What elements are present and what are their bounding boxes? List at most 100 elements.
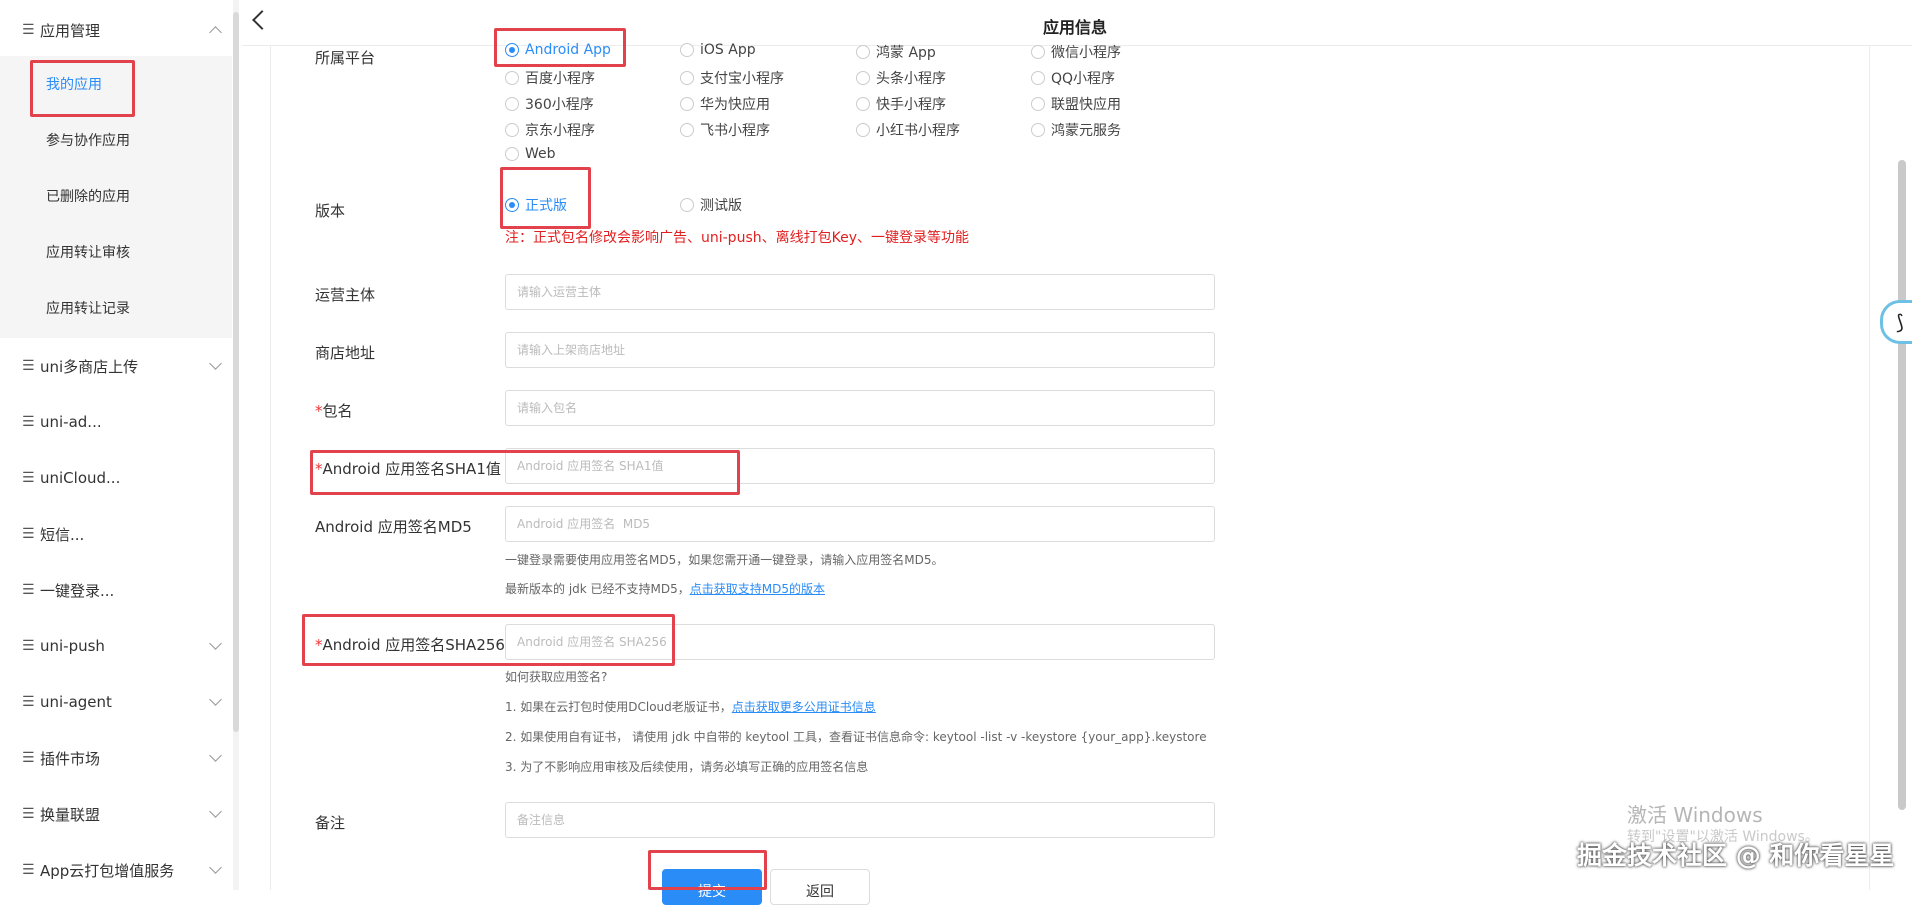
chevron-down-icon (209, 805, 222, 818)
radio-dot (505, 198, 519, 212)
radio-dot (856, 45, 870, 59)
list-icon: ☰ (22, 694, 35, 710)
radio-label: 京东小程序 (525, 123, 595, 139)
radio-label: 华为快应用 (700, 97, 770, 113)
sidebar-group-multi-store[interactable]: ☰ uni多商店上传 (0, 338, 232, 394)
sidebar-group-uni-ad[interactable]: ☰ uni-ad... (0, 394, 232, 450)
radio-label: Android App (525, 42, 611, 58)
radio-web[interactable]: Web (505, 146, 556, 162)
back-button[interactable]: 返回 (770, 869, 870, 905)
radio-test-version[interactable]: 测试版 (680, 195, 742, 215)
md5-jdk-hint: 最新版本的 jdk 已经不支持MD5，点击获取支持MD5的版本 (505, 580, 825, 597)
sidebar-group-label: 应用管理 (40, 21, 101, 40)
radio-harmony-service[interactable]: 鸿蒙元服务 (1031, 120, 1121, 140)
list-icon: ☰ (22, 22, 35, 38)
radio-dot (505, 123, 519, 137)
radio-label: 百度小程序 (525, 71, 595, 87)
sidebar-group-unicloud[interactable]: ☰ uniCloud... (0, 450, 232, 506)
md5-label: Android 应用签名MD5 (315, 518, 472, 536)
juejin-watermark: 掘金技术社区 @ 和你看星星 (1577, 841, 1895, 870)
hint-text: 1. 如果在云打包时使用DCloud老版证书， (505, 700, 732, 714)
chevron-down-icon (209, 637, 222, 650)
radio-toutiao-mp[interactable]: 头条小程序 (856, 68, 946, 88)
sidebar-group-label: 插件市场 (40, 749, 101, 768)
sidebar-item-transfer-review[interactable]: 应用转让审核 (0, 224, 232, 280)
sidebar-group-label: 换量联盟 (40, 805, 101, 824)
radio-release-version[interactable]: 正式版 (505, 195, 567, 215)
sha256-label: *Android 应用签名SHA256 (315, 634, 505, 655)
radio-kuaishou-mp[interactable]: 快手小程序 (856, 94, 946, 114)
chevron-down-icon (209, 861, 222, 874)
radio-label: 联盟快应用 (1051, 97, 1121, 113)
radio-ios-app[interactable]: iOS App (680, 42, 756, 58)
sidebar-group-uni-push[interactable]: ☰ uni-push (0, 618, 232, 674)
cert-info-link[interactable]: 点击获取更多公用证书信息 (732, 700, 876, 714)
sha1-input[interactable] (505, 448, 1215, 484)
sidebar-item-collab-apps[interactable]: 参与协作应用 (0, 112, 232, 168)
radio-dot (505, 43, 519, 57)
platform-label: 所属平台 (315, 49, 376, 67)
radio-label: 快手小程序 (876, 97, 946, 113)
radio-dot (680, 97, 694, 111)
radio-baidu-mp[interactable]: 百度小程序 (505, 68, 595, 88)
hint-text: 最新版本的 jdk 已经不支持MD5， (505, 582, 690, 596)
radio-label: 测试版 (700, 198, 742, 214)
floating-assistant-icon[interactable]: ⟆ (1880, 300, 1912, 344)
sidebar-group-sms[interactable]: ☰ 短信... (0, 506, 232, 562)
md5-version-link[interactable]: 点击获取支持MD5的版本 (690, 582, 825, 596)
remark-input[interactable] (505, 802, 1215, 838)
radio-android-app[interactable]: Android App (505, 42, 611, 58)
chevron-up-icon (209, 26, 222, 39)
radio-alliance-quickapp[interactable]: 联盟快应用 (1031, 94, 1121, 114)
sidebar-group-label: uni-ad... (40, 413, 102, 431)
required-mark: * (315, 402, 323, 420)
sha256-input[interactable] (505, 624, 1215, 660)
page-scrollbar[interactable] (1898, 160, 1906, 810)
sidebar-item-my-apps[interactable]: 我的应用 (0, 56, 232, 112)
radio-harmony-app[interactable]: 鸿蒙 App (856, 42, 936, 62)
radio-dot (856, 123, 870, 137)
radio-dot (680, 43, 694, 57)
sidebar-group-label: 一键登录... (40, 581, 115, 600)
scrollbar-thumb[interactable] (233, 12, 239, 732)
radio-feishu-mp[interactable]: 飞书小程序 (680, 120, 770, 140)
radio-wechat-mp[interactable]: 微信小程序 (1031, 42, 1121, 62)
sidebar-group-label: uni-push (40, 637, 105, 655)
chevron-down-icon (209, 693, 222, 706)
list-icon: ☰ (22, 750, 35, 766)
radio-jd-mp[interactable]: 京东小程序 (505, 120, 595, 140)
label-text: Android 应用签名SHA256 (322, 636, 505, 654)
label-text: Android 应用签名SHA1值 (322, 460, 501, 478)
radio-qq-mp[interactable]: QQ小程序 (1031, 68, 1115, 88)
store-url-input[interactable] (505, 332, 1215, 368)
radio-label: 小红书小程序 (876, 123, 960, 139)
label-text: 包名 (322, 402, 353, 420)
sidebar-group-uni-agent[interactable]: ☰ uni-agent (0, 674, 232, 730)
radio-label: 支付宝小程序 (700, 71, 784, 87)
package-name-input[interactable] (505, 390, 1215, 426)
radio-alipay-mp[interactable]: 支付宝小程序 (680, 68, 784, 88)
operator-input[interactable] (505, 274, 1215, 310)
sidebar-group-plugin-market[interactable]: ☰ 插件市场 (0, 730, 232, 786)
sidebar-group-one-click-login[interactable]: ☰ 一键登录... (0, 562, 232, 618)
radio-xiaohongshu-mp[interactable]: 小红书小程序 (856, 120, 960, 140)
radio-360-mp[interactable]: 360小程序 (505, 94, 594, 114)
sidebar-item-transfer-records[interactable]: 应用转让记录 (0, 280, 232, 336)
list-icon: ☰ (22, 414, 35, 430)
list-icon: ☰ (22, 470, 35, 486)
radio-dot (505, 147, 519, 161)
submit-button[interactable]: 提交 (662, 869, 762, 905)
list-icon: ☰ (22, 862, 35, 878)
list-icon: ☰ (22, 582, 35, 598)
chevron-down-icon (209, 749, 222, 762)
radio-dot (680, 71, 694, 85)
sidebar-group-app-management[interactable]: ☰ 应用管理 (0, 2, 232, 58)
sidebar-group-exchange-alliance[interactable]: ☰ 换量联盟 (0, 786, 232, 842)
sidebar-scrollbar[interactable] (233, 0, 239, 890)
md5-input[interactable] (505, 506, 1215, 542)
radio-dot (505, 97, 519, 111)
sidebar-item-deleted-apps[interactable]: 已删除的应用 (0, 168, 232, 224)
sidebar-group-label: App云打包增值服务 (40, 861, 175, 880)
radio-huawei-quickapp[interactable]: 华为快应用 (680, 94, 770, 114)
radio-label: iOS App (700, 42, 756, 58)
